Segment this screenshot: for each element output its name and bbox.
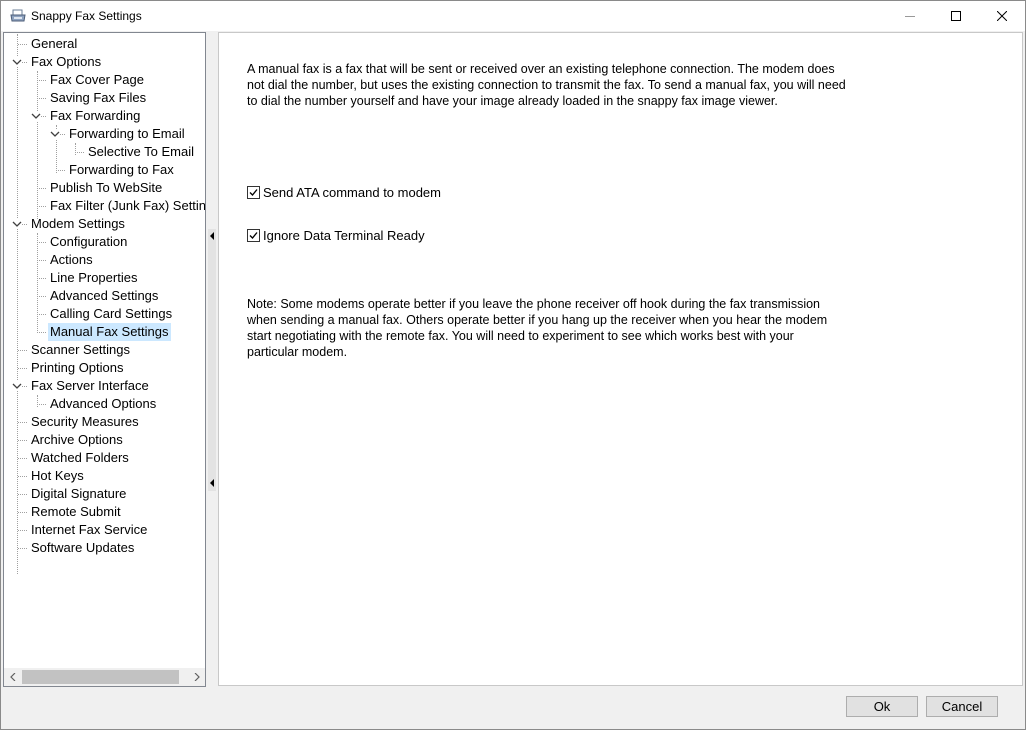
tree-item[interactable]: Fax Filter (Junk Fax) Settings (48, 197, 205, 215)
tree-item[interactable]: Saving Fax Files (48, 89, 148, 107)
tree-horizontal-scrollbar[interactable] (4, 668, 205, 686)
cancel-button[interactable]: Cancel (926, 696, 998, 717)
chevron-down-icon[interactable] (12, 381, 22, 391)
tree-item[interactable]: Security Measures (29, 413, 141, 431)
tree-line (37, 98, 46, 99)
tree-item[interactable]: Advanced Options (48, 395, 158, 413)
tree-item[interactable]: Forwarding to Email (67, 125, 187, 143)
tree-line (75, 143, 76, 155)
tree-line (37, 404, 46, 405)
chevron-down-icon[interactable] (31, 111, 41, 121)
tree-line (18, 44, 27, 45)
tree-item[interactable]: Hot Keys (29, 467, 86, 485)
tree-item[interactable]: Internet Fax Service (29, 521, 149, 539)
tree-line (18, 440, 27, 441)
tree-item[interactable]: Forwarding to Fax (67, 161, 176, 179)
tree-item[interactable]: Modem Settings (29, 215, 127, 233)
tree-line (37, 80, 46, 81)
intro-text: A manual fax is a fax that will be sent … (247, 62, 846, 108)
send-ata-checkbox-row[interactable]: Send ATA command to modem (247, 184, 441, 200)
tree-line (37, 395, 38, 407)
tree-line (18, 530, 27, 531)
scroll-thumb[interactable] (22, 670, 179, 684)
tree-line (56, 170, 65, 171)
chevron-down-icon[interactable] (12, 219, 22, 229)
close-icon (997, 11, 1007, 21)
panel-splitter[interactable] (208, 229, 216, 491)
tree-item[interactable]: Watched Folders (29, 449, 131, 467)
scroll-left-button[interactable] (4, 668, 21, 686)
send-ata-checkbox[interactable] (247, 185, 260, 199)
tree-item[interactable]: Software Updates (29, 539, 136, 557)
settings-window: Snappy Fax Settings General Fax Options Fa… (0, 0, 1026, 730)
chevron-down-icon[interactable] (50, 129, 60, 139)
tree-item[interactable]: Publish To WebSite (48, 179, 164, 197)
tree-line (37, 278, 46, 279)
tree-item[interactable]: Manual Fax Settings (48, 323, 171, 341)
tree-line (75, 152, 84, 153)
tree-line (37, 233, 38, 333)
settings-tree[interactable]: General Fax Options Fax Cover Page Saving F… (3, 32, 206, 687)
tree-line (37, 260, 46, 261)
tree-line (37, 188, 46, 189)
maximize-button[interactable] (933, 1, 979, 31)
tree-line (37, 296, 46, 297)
tree-line (37, 242, 46, 243)
fax-printer-icon (10, 9, 26, 23)
tree-line (18, 512, 27, 513)
ignore-dtr-checkbox-row[interactable]: Ignore Data Terminal Ready (247, 227, 425, 243)
minimize-button[interactable] (887, 1, 933, 31)
maximize-icon (951, 11, 961, 21)
ignore-dtr-checkbox[interactable] (247, 228, 260, 242)
tree-item[interactable]: Archive Options (29, 431, 125, 449)
tree-item[interactable]: Digital Signature (29, 485, 128, 503)
tree-item[interactable]: Calling Card Settings (48, 305, 174, 323)
tree-item[interactable]: Configuration (48, 233, 129, 251)
chevron-down-icon[interactable] (12, 57, 22, 67)
tree-line (18, 548, 27, 549)
title-bar[interactable]: Snappy Fax Settings (1, 1, 1025, 31)
tree-line (37, 314, 46, 315)
send-ata-label[interactable]: Send ATA command to modem (263, 185, 441, 200)
chevron-right-icon (194, 673, 200, 681)
splitter-arrow-left-icon (210, 232, 214, 240)
window-title: Snappy Fax Settings (31, 9, 142, 23)
tree-item[interactable]: Fax Forwarding (48, 107, 142, 125)
ok-button[interactable]: Ok (846, 696, 918, 717)
tree-item[interactable]: General (29, 35, 79, 53)
close-button[interactable] (979, 1, 1025, 31)
scroll-right-button[interactable] (188, 668, 205, 686)
checkmark-icon (249, 188, 258, 196)
tree-item[interactable]: Advanced Settings (48, 287, 160, 305)
tree-line (17, 34, 18, 574)
tree-item[interactable]: Scanner Settings (29, 341, 132, 359)
tree-line (18, 350, 27, 351)
tree-item[interactable]: Actions (48, 251, 95, 269)
tree-line (37, 71, 38, 219)
splitter-arrow-left-icon (210, 479, 214, 487)
tree-line (18, 368, 27, 369)
tree-item[interactable]: Selective To Email (86, 143, 196, 161)
tree-line (18, 494, 27, 495)
note-text: Note: Some modems operate better if you … (247, 297, 828, 359)
minimize-icon (905, 16, 915, 17)
tree-item[interactable]: Printing Options (29, 359, 126, 377)
tree-line (18, 422, 27, 423)
tree-item[interactable]: Remote Submit (29, 503, 123, 521)
ignore-dtr-label[interactable]: Ignore Data Terminal Ready (263, 228, 425, 243)
chevron-left-icon (9, 673, 15, 681)
tree-item[interactable]: Fax Cover Page (48, 71, 146, 89)
tree-item[interactable]: Line Properties (48, 269, 139, 287)
tree-item[interactable]: Fax Options (29, 53, 103, 71)
checkmark-icon (249, 231, 258, 239)
tree-line (37, 206, 46, 207)
tree-items: General Fax Options Fax Cover Page Saving F… (4, 33, 205, 668)
tree-line (18, 476, 27, 477)
tree-item[interactable]: Fax Server Interface (29, 377, 151, 395)
tree-line (18, 458, 27, 459)
tree-line (37, 332, 46, 333)
manual-fax-settings-panel: A manual fax is a fax that will be sent … (218, 32, 1023, 686)
